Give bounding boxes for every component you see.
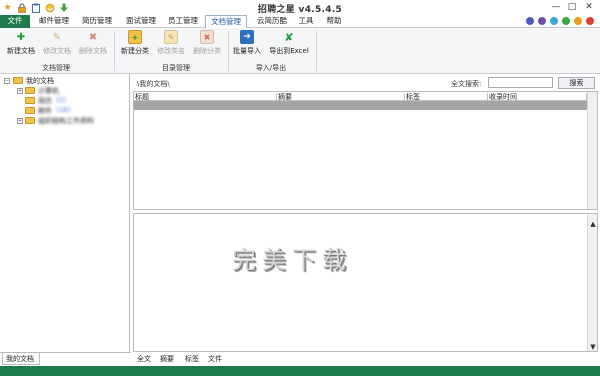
maximize-button[interactable]: □	[566, 1, 578, 13]
tree-item[interactable]: 邮件	[38, 106, 52, 116]
preview-scrollbar[interactable]	[587, 214, 597, 351]
theme-dot-icon[interactable]	[526, 17, 534, 25]
folder-icon	[25, 87, 35, 94]
ribbon-separator	[316, 31, 317, 71]
group-label-directory: 目录管理	[162, 64, 190, 72]
collapse-toggle-icon[interactable]: −	[4, 78, 10, 84]
ribbon-separator	[114, 31, 115, 71]
menu-document[interactable]: 文档管理	[205, 15, 247, 29]
column-header-summary[interactable]: 摘要	[277, 93, 405, 101]
tab-tags[interactable]: 标签	[185, 354, 199, 364]
edit-document-button[interactable]: ✎ 修改文档	[40, 30, 74, 60]
menu-file[interactable]: 文件	[0, 15, 30, 28]
menu-cloud-resume[interactable]: 云简历酷	[253, 15, 291, 28]
rename-category-label: 修改类名	[157, 47, 185, 55]
theme-dot-icon[interactable]	[574, 17, 582, 25]
export-excel-button[interactable]: ✘ 导出到Excel	[266, 30, 312, 60]
folder-icon	[25, 117, 35, 124]
tab-full-text[interactable]: 全文	[137, 354, 151, 364]
tree-count-badge: (2)	[56, 96, 66, 104]
tree-root-my-documents[interactable]: 我的文档	[26, 76, 54, 86]
menu-tools[interactable]: 工具	[294, 15, 318, 28]
new-category-button[interactable]: + 新建分类	[118, 30, 152, 60]
folder-edit-icon: ✎	[164, 30, 178, 44]
excel-icon: ✘	[284, 30, 294, 44]
tree-item[interactable]: 计算机	[38, 86, 59, 96]
tree-count-badge: (16)	[56, 106, 71, 114]
watermark-text: 完美下载	[232, 246, 352, 274]
scroll-up-icon[interactable]: ▲	[588, 220, 598, 228]
theme-dot-icon[interactable]	[538, 17, 546, 25]
pencil-icon: ✎	[52, 31, 62, 43]
ribbon-separator	[228, 31, 229, 71]
column-header-tags[interactable]: 标签	[405, 93, 488, 101]
expand-toggle-icon[interactable]: +	[17, 118, 23, 124]
app-title: 招聘之星 v4.5.4.5	[257, 5, 343, 15]
menu-help[interactable]: 帮助	[322, 15, 346, 28]
search-button[interactable]: 搜索	[558, 77, 595, 89]
delete-category-button[interactable]: ✖ 删除分类	[190, 30, 224, 60]
delete-document-label: 删除文档	[79, 47, 107, 55]
search-input[interactable]	[488, 77, 553, 88]
current-path: \我的文档\	[137, 80, 170, 88]
search-label: 全文搜索:	[451, 80, 482, 88]
tab-summary[interactable]: 摘要	[160, 354, 174, 364]
status-bar	[0, 366, 600, 376]
tab-my-documents[interactable]: 我的文档	[2, 353, 40, 365]
delete-x-icon: ✖	[88, 31, 98, 43]
grid-scrollbar[interactable]	[587, 92, 597, 209]
column-header-date[interactable]: 收录时间	[488, 93, 587, 101]
new-document-label: 新建文档	[7, 47, 35, 55]
column-header-title[interactable]: 标题	[134, 93, 277, 101]
close-button[interactable]: ✕	[583, 1, 595, 13]
export-excel-label: 导出到Excel	[269, 47, 309, 55]
rename-category-button[interactable]: ✎ 修改类名	[154, 30, 188, 60]
tab-file[interactable]: 文件	[208, 354, 222, 364]
batch-import-button[interactable]: ➜ 批量导入	[230, 30, 264, 60]
new-document-button[interactable]: ✚ 新建文档	[4, 30, 38, 60]
preview-pane	[133, 213, 598, 352]
minimize-button[interactable]: —	[550, 1, 562, 13]
menu-employee[interactable]: 员工管理	[164, 15, 202, 28]
folder-delete-icon: ✖	[200, 30, 214, 44]
delete-category-label: 删除分类	[193, 47, 221, 55]
tree-item[interactable]: 组织结构工作资料	[38, 116, 94, 126]
edit-document-label: 修改文档	[43, 47, 71, 55]
delete-document-button[interactable]: ✖ 删除文档	[76, 30, 110, 60]
plus-icon: ✚	[16, 31, 26, 43]
folder-icon	[13, 77, 23, 84]
menu-interview[interactable]: 面试管理	[122, 15, 160, 28]
menu-mail[interactable]: 邮件管理	[36, 15, 72, 28]
import-arrow-icon: ➜	[240, 30, 254, 44]
batch-import-label: 批量导入	[233, 47, 261, 55]
group-label-documents: 文档管理	[42, 64, 70, 72]
theme-dot-icon[interactable]	[562, 17, 570, 25]
folder-icon	[25, 107, 35, 114]
group-label-import-export: 导入/导出	[255, 64, 287, 72]
scroll-down-icon[interactable]: ▼	[588, 343, 598, 351]
tree-item[interactable]: 简历	[38, 96, 52, 106]
folder-add-icon: +	[128, 30, 142, 44]
folder-icon	[25, 97, 35, 104]
theme-dot-icon[interactable]	[550, 17, 558, 25]
theme-dot-icon[interactable]	[586, 17, 594, 25]
menu-resume[interactable]: 简历管理	[78, 15, 116, 28]
new-category-label: 新建分类	[121, 47, 149, 55]
table-row[interactable]	[134, 101, 587, 110]
expand-toggle-icon[interactable]: +	[17, 88, 23, 94]
